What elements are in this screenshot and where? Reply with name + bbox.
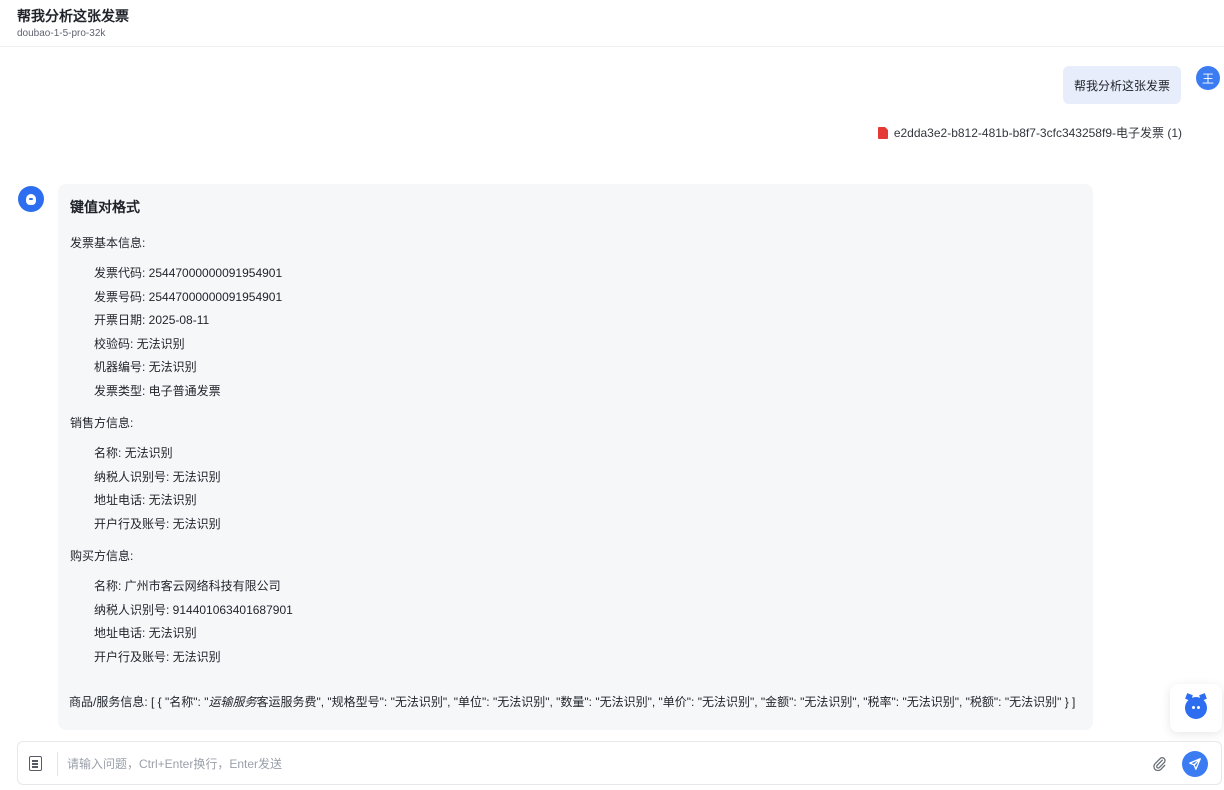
- conversation-title: 帮我分析这张发票: [17, 8, 129, 24]
- attachment-link[interactable]: e2dda3e2-b812-481b-b8f7-3cfc343258f9-电子发…: [877, 124, 1182, 141]
- pdf-file-icon: [877, 126, 888, 139]
- list-item: 名称: 广州市客云网络科技有限公司: [94, 579, 281, 593]
- list-item: 机器编号: 无法识别: [94, 360, 197, 374]
- goods-italic: 运输服务: [208, 695, 257, 709]
- message-composer: [17, 741, 1222, 785]
- list-item: 发票代码: 25447000000091954901: [94, 266, 283, 280]
- assistant-answer: 键值对格式 发票基本信息: 发票代码: 25447000000091954901…: [58, 184, 1093, 730]
- goods-suffix: 客运服务费", "规格型号": "无法识别", "单位": "无法识别", "数…: [256, 695, 1076, 709]
- list-item: 纳税人识别号: 914401063401687901: [94, 602, 293, 617]
- bot-avatar-icon: [18, 186, 44, 212]
- divider: [57, 752, 58, 776]
- list-item: 地址电话: 无法识别: [94, 626, 197, 640]
- send-button[interactable]: [1182, 751, 1208, 777]
- list-item: 地址电话: 无法识别: [94, 493, 197, 507]
- goods-service-info: 商品/服务信息: [ { "名称": "运输服务客运服务费", "规格型号": …: [69, 693, 1075, 710]
- list-item: 名称: 无法识别: [94, 446, 173, 460]
- user-message-bubble: 帮我分析这张发票: [1063, 66, 1181, 104]
- list-item: 校验码: 无法识别: [94, 336, 185, 351]
- model-name: doubao-1-5-pro-32k: [17, 28, 106, 39]
- section-invoice-basic: 发票基本信息: 发票代码: 25447000000091954901 发票号码:…: [70, 231, 1081, 403]
- goods-prefix: 商品/服务信息: [ { "名称": ": [69, 695, 209, 709]
- chat-header: 帮我分析这张发票 doubao-1-5-pro-32k: [0, 0, 1224, 47]
- paperclip-icon[interactable]: [1151, 755, 1167, 771]
- section-seller: 销售方信息: 名称: 无法识别 纳税人识别号: 无法识别 地址电话: 无法识别 …: [70, 411, 1081, 536]
- section-title: 发票基本信息:: [70, 236, 146, 250]
- section-buyer: 购买方信息: 名称: 广州市客云网络科技有限公司 纳税人识别号: 9144010…: [70, 544, 1081, 669]
- assistant-robot-icon: [1185, 693, 1207, 719]
- message-input[interactable]: [67, 752, 1127, 776]
- floating-assistant-button[interactable]: [1170, 684, 1222, 732]
- section-title: 购买方信息:: [70, 549, 134, 563]
- answer-heading: 键值对格式: [70, 199, 140, 215]
- list-item: 发票类型: 电子普通发票: [94, 383, 221, 398]
- user-avatar[interactable]: 王: [1196, 66, 1220, 90]
- list-item: 纳税人识别号: 无法识别: [94, 469, 221, 484]
- list-item: 开票日期: 2025-08-11: [94, 313, 210, 327]
- section-title: 销售方信息:: [70, 416, 134, 430]
- list-item: 开户行及账号: 无法识别: [94, 649, 221, 664]
- list-item: 发票号码: 25447000000091954901: [94, 289, 283, 304]
- list-item: 开户行及账号: 无法识别: [94, 516, 221, 531]
- send-icon: [1189, 758, 1201, 770]
- attachment-filename: e2dda3e2-b812-481b-b8f7-3cfc343258f9-电子发…: [893, 126, 1182, 140]
- document-icon[interactable]: [29, 756, 42, 771]
